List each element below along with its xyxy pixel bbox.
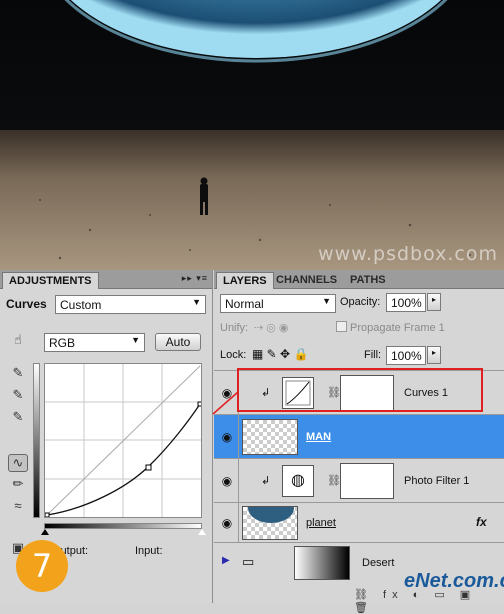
- curve-edit-tool-icon[interactable]: ∿: [8, 454, 28, 472]
- chevron-down-icon: ▼: [131, 335, 140, 345]
- curve-point-mid: [145, 464, 152, 471]
- curves-label: Curves: [6, 297, 47, 311]
- layer-thumb[interactable]: [242, 506, 298, 540]
- layer-row-photo-filter[interactable]: ◉ ↲ ◍ ⛓ Photo Filter 1: [214, 458, 504, 502]
- curve-point-top: [197, 401, 201, 407]
- fill-input[interactable]: 100%: [386, 346, 426, 365]
- propagate-label: Propagate Frame 1: [350, 322, 445, 334]
- curve-point-black: [45, 512, 50, 517]
- tab-layers[interactable]: LAYERS: [216, 272, 274, 289]
- fx-icon[interactable]: fx: [476, 515, 487, 529]
- opacity-slider-button[interactable]: ▸: [427, 293, 441, 311]
- auto-button[interactable]: Auto: [155, 333, 201, 351]
- black-eyedropper-icon[interactable]: ✎: [8, 365, 28, 383]
- link-icon[interactable]: ⛓: [327, 474, 341, 487]
- layer-thumb[interactable]: [242, 419, 298, 455]
- tab-adjustments[interactable]: ADJUSTMENTS: [2, 272, 99, 289]
- fill-slider-button[interactable]: ▸: [427, 346, 441, 364]
- clip-arrow-icon: ↲: [261, 475, 271, 487]
- gray-eyedropper-icon[interactable]: ✎: [8, 387, 28, 405]
- blend-mode-value: Normal: [225, 297, 264, 311]
- black-point-slider[interactable]: [41, 529, 49, 535]
- photo-filter-icon: ◍: [282, 465, 314, 497]
- highlight-box: [237, 368, 483, 412]
- pencil-tool-icon[interactable]: ✏: [8, 476, 28, 494]
- channel-value: RGB: [49, 336, 76, 350]
- propagate-checkbox[interactable]: [336, 321, 347, 332]
- opacity-input[interactable]: 100%: [386, 293, 426, 312]
- smooth-tool-icon[interactable]: ≈: [8, 498, 28, 516]
- input-gradient: [44, 523, 202, 529]
- on-image-adjust-icon[interactable]: ☝: [8, 332, 28, 350]
- highlight-connector-line: [212, 391, 239, 415]
- layers-panel: LAYERS CHANNELS PATHS Normal ▼ Opacity: …: [214, 270, 504, 614]
- output-gradient: [33, 363, 40, 518]
- layer-name[interactable]: Desert: [362, 557, 394, 569]
- expand-arrow-icon[interactable]: ▶: [222, 555, 230, 566]
- layer-name[interactable]: planet: [306, 517, 336, 529]
- curve-graph[interactable]: [44, 363, 202, 518]
- unify-icons: ⇢ ◎ ◉: [254, 322, 289, 334]
- layers-tabbar: LAYERS CHANNELS PATHS: [214, 270, 504, 289]
- chevron-down-icon: ▼: [322, 296, 331, 306]
- folder-icon: ▭: [242, 554, 255, 569]
- lock-icons[interactable]: ▦ ✎ ✥ 🔒: [252, 347, 308, 361]
- input-label: Input:: [135, 545, 163, 557]
- panel-menu-icon[interactable]: ▸▸ ▾≡: [182, 273, 208, 284]
- layer-mask-thumb[interactable]: [294, 546, 350, 580]
- chevron-down-icon: ▼: [192, 297, 201, 307]
- lock-label: Lock:: [220, 349, 247, 361]
- layer-mask-thumb[interactable]: [340, 463, 394, 499]
- layer-name[interactable]: MAN: [306, 431, 331, 443]
- layer-name[interactable]: Photo Filter 1: [404, 475, 469, 487]
- tab-channels[interactable]: CHANNELS: [270, 272, 343, 289]
- eye-icon[interactable]: ◉: [217, 471, 237, 491]
- blend-mode-select[interactable]: Normal ▼: [220, 294, 336, 313]
- opacity-label: Opacity:: [340, 296, 381, 308]
- layer-row-man[interactable]: ◉ MAN: [214, 414, 504, 458]
- channel-select[interactable]: RGB ▼: [44, 333, 145, 352]
- tab-paths[interactable]: PATHS: [344, 272, 392, 289]
- step-number-badge: 7: [16, 540, 68, 592]
- white-eyedropper-icon[interactable]: ✎: [8, 409, 28, 427]
- layer-row-planet[interactable]: ◉ planet fx: [214, 502, 504, 542]
- watermark-text: www.psdbox.com: [318, 243, 498, 265]
- adjustments-tabbar: ADJUSTMENTS ▸▸ ▾≡: [0, 270, 212, 289]
- site-logo: eNet.com.cn: [404, 570, 504, 592]
- eye-icon[interactable]: ◉: [217, 427, 237, 447]
- eye-icon[interactable]: ◉: [217, 513, 237, 533]
- unify-label: Unify:: [220, 322, 249, 334]
- preset-value: Custom: [60, 298, 102, 312]
- white-point-slider[interactable]: [198, 529, 206, 535]
- preset-select[interactable]: Custom ▼: [55, 295, 206, 314]
- tutorial-photo: www.psdbox.com: [0, 0, 504, 270]
- fill-label: Fill:: [364, 349, 382, 361]
